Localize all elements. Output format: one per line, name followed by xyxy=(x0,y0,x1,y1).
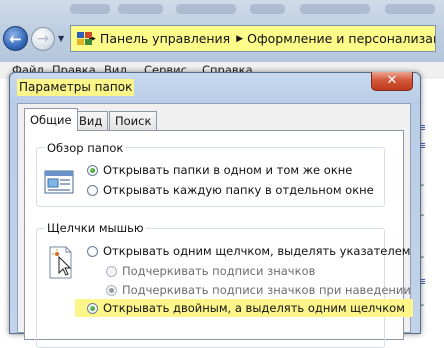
click-items-title: Щелчки мышью xyxy=(45,221,146,235)
browse-folders-group xyxy=(36,147,385,207)
option-single-click[interactable]: Открывать одним щелчком, выделять указат… xyxy=(87,244,411,258)
radio-underline-hover xyxy=(106,284,117,296)
forward-arrow-icon[interactable]: → xyxy=(31,27,55,51)
browse-folders-title: Обзор папок xyxy=(45,141,126,155)
blurred-background xyxy=(0,0,444,18)
tab-view[interactable]: Вид xyxy=(73,111,109,130)
option-label: Подчеркивать подписи значков xyxy=(122,264,316,278)
dialog-body: Общие Вид Поиск Обзор папок Открывать па… xyxy=(17,103,413,348)
folder-options-dialog: Параметры папок ✕ Общие Вид Поиск Обзор … xyxy=(9,72,421,348)
tab-search[interactable]: Поиск xyxy=(109,111,158,130)
radio-underline-always xyxy=(106,265,117,277)
back-arrow-icon[interactable]: ← xyxy=(3,26,28,51)
explorer-toolbar: ← → ▼ ▶ Панель управления ▶ Оформление и… xyxy=(0,0,444,62)
tab-panel-general: Обзор папок Открывать папки в одном и то… xyxy=(24,130,413,348)
radio-single-click[interactable] xyxy=(87,245,98,257)
history-dropdown-icon[interactable]: ▼ xyxy=(58,34,64,43)
mouse-click-icon xyxy=(47,245,77,279)
address-bar[interactable]: ▶ Панель управления ▶ Оформление и персо… xyxy=(70,25,436,52)
folder-window-icon xyxy=(44,169,74,195)
breadcrumb-control-panel[interactable]: Панель управления xyxy=(100,31,230,46)
option-label: Подчеркивать подписи значков при наведен… xyxy=(122,283,411,297)
dialog-title: Параметры папок xyxy=(17,79,135,96)
radio-separate-window[interactable] xyxy=(87,184,98,196)
option-underline-always: Подчеркивать подписи значков xyxy=(106,264,315,278)
option-label: Открывать каждую папку в отдельном окне xyxy=(103,183,374,197)
radio-double-click[interactable] xyxy=(87,302,98,314)
close-icon[interactable]: ✕ xyxy=(371,72,413,91)
option-underline-hover: Подчеркивать подписи значков при наведен… xyxy=(106,283,411,297)
breadcrumb-appearance[interactable]: Оформление и персонализация xyxy=(247,31,435,46)
option-double-click[interactable]: Открывать двойным, а выделять одним щелч… xyxy=(75,299,413,317)
breadcrumb-separator-icon: ▶ xyxy=(236,33,244,44)
option-same-window[interactable]: Открывать папки в одном и том же окне xyxy=(87,163,352,177)
option-separate-window[interactable]: Открывать каждую папку в отдельном окне xyxy=(87,183,374,197)
tab-general[interactable]: Общие xyxy=(24,108,78,131)
radio-same-window[interactable] xyxy=(87,164,98,176)
option-label: Открывать одним щелчком, выделять указат… xyxy=(103,244,411,258)
option-label: Открывать папки в одном и том же окне xyxy=(103,163,353,177)
option-label: Открывать двойным, а выделять одним щелч… xyxy=(103,301,405,315)
